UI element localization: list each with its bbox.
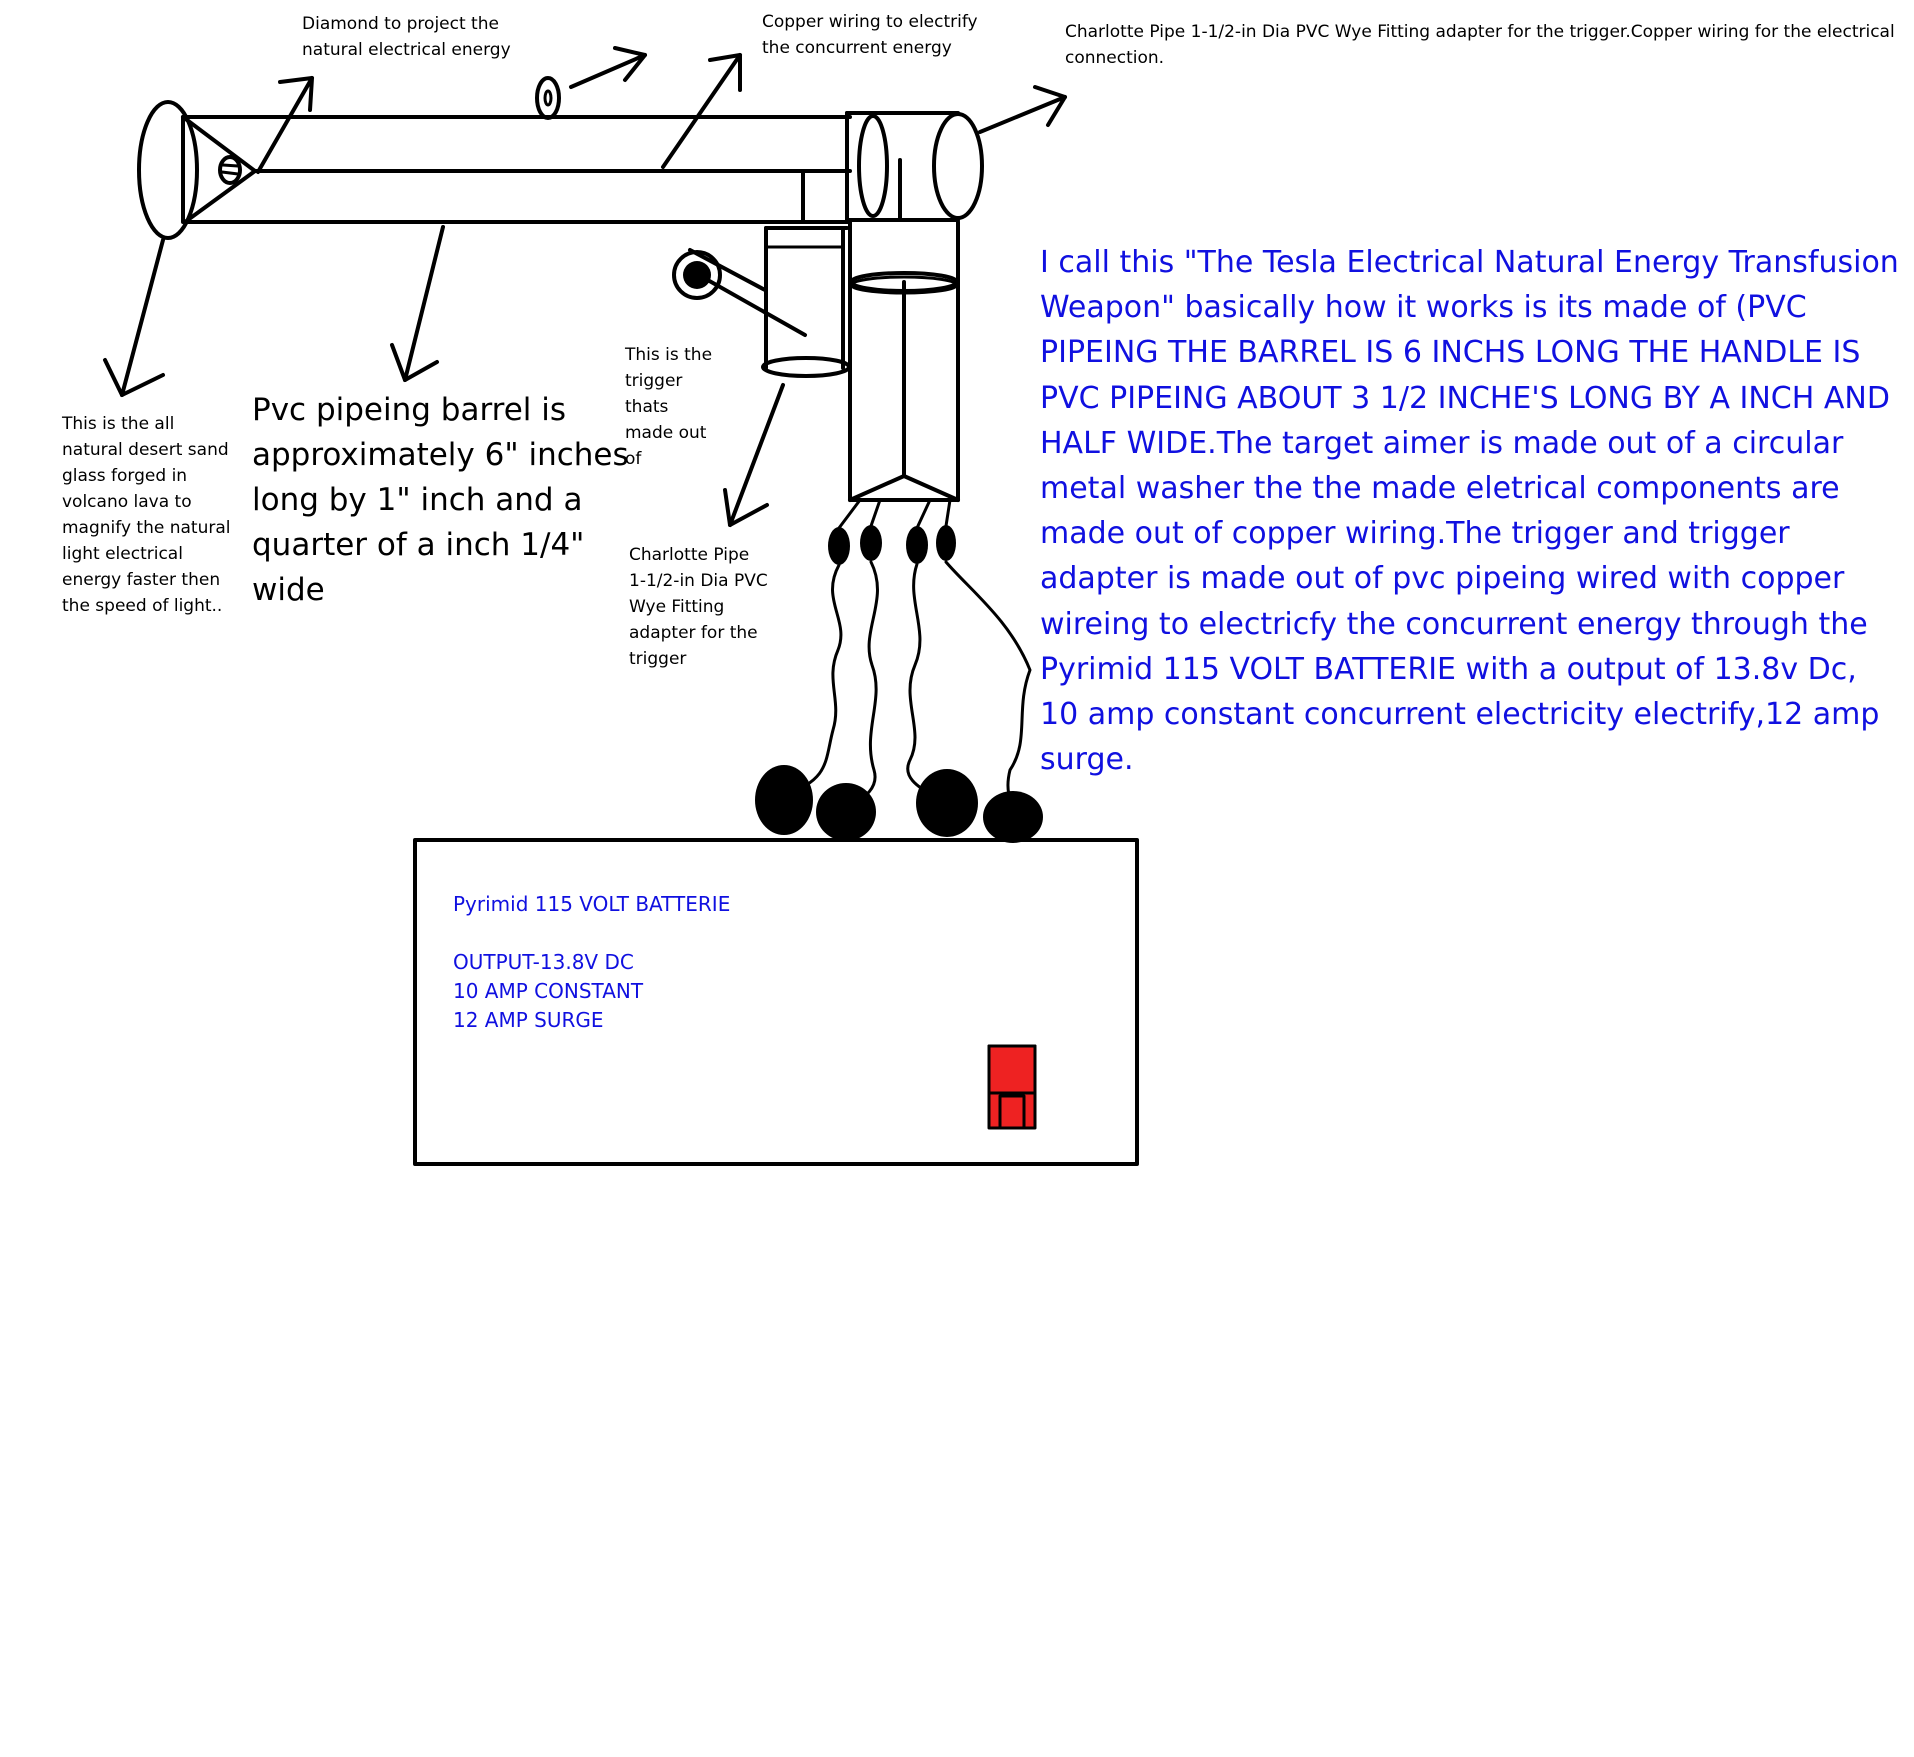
- label-diamond: Diamond to project the natural electrica…: [302, 14, 511, 60]
- sand-glass-lens: [137, 100, 199, 240]
- diagram-canvas: Diamond to project the natural electrica…: [0, 0, 1914, 1757]
- wire-terminals: [828, 525, 956, 565]
- label-barrel: Pvc pipeing barrel is approximately 6" i…: [252, 392, 629, 608]
- battery-label: Pyrimid 115 VOLT BATTERIE OUTPUT-13.8V D…: [453, 890, 730, 1035]
- diamond-shape: [218, 155, 242, 185]
- target-aimer-washer: [535, 76, 561, 120]
- handle-pipe: [848, 220, 960, 502]
- barrel-pipe: [181, 115, 852, 224]
- trigger-adapter: [688, 226, 851, 378]
- battery-title: Pyrimid 115 VOLT BATTERIE: [453, 892, 731, 916]
- weapon-description: I call this "The Tesla Electrical Natura…: [1040, 245, 1899, 778]
- battery-switch: [987, 1044, 1037, 1130]
- battery-constant: 10 AMP CONSTANT: [453, 979, 644, 1003]
- label-sand-glass: This is the all natural desert sand glas…: [62, 414, 231, 616]
- terminal-leads: [837, 498, 952, 530]
- battery-clips: [755, 765, 1043, 843]
- trigger: [672, 250, 722, 300]
- battery-surge: 12 AMP SURGE: [453, 1008, 604, 1032]
- copper-wires: [782, 560, 1032, 812]
- label-wye-fitting-top: Charlotte Pipe 1-1/2-in Dia PVC Wye Fitt…: [1065, 22, 1895, 68]
- label-trigger: This is the trigger thats made out of: [625, 345, 713, 469]
- battery-output: OUTPUT-13.8V DC: [453, 950, 634, 974]
- label-copper-wiring: Copper wiring to electrify the concurren…: [762, 12, 978, 58]
- wye-fitting-top: [845, 111, 984, 222]
- label-wye-fitting-trigger: Charlotte Pipe 1-1/2-in Dia PVC Wye Fitt…: [629, 545, 768, 669]
